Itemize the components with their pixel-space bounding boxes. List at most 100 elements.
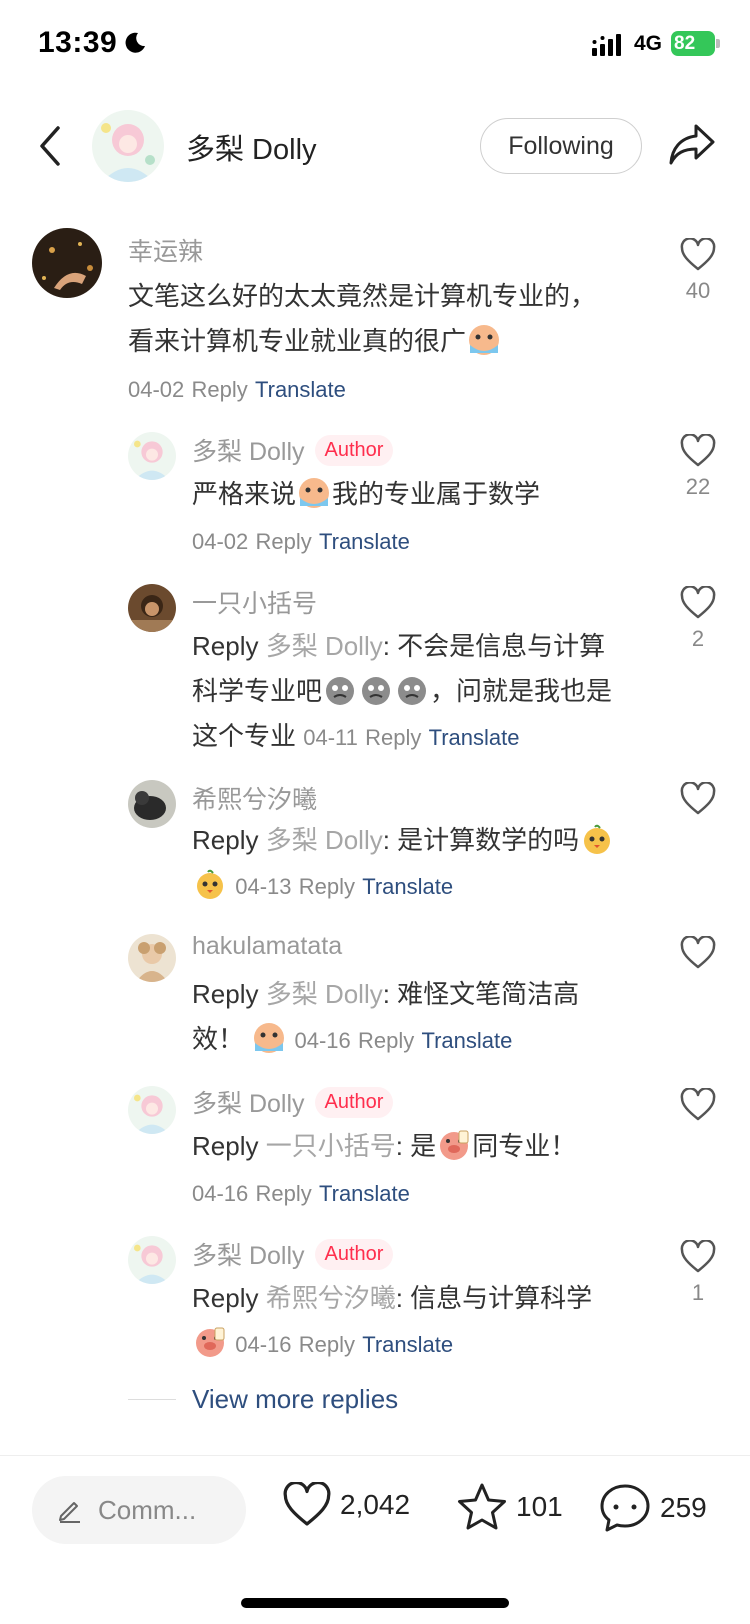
reply-to-user[interactable]: 多梨 Dolly <box>266 631 383 661</box>
chick-emoji-icon <box>197 869 223 899</box>
reply-date: 04-13 <box>235 874 292 899</box>
author-name[interactable]: 多梨 Dolly <box>186 126 317 168</box>
home-indicator[interactable] <box>241 1598 509 1608</box>
crying-emoji-icon <box>254 1023 285 1053</box>
comment-line: 文笔这么好的太太竟然是计算机专业的， <box>128 281 597 311</box>
reply-text: 严格来说 我的专业属于数学 <box>192 472 540 517</box>
reply-button[interactable]: Reply <box>256 529 312 554</box>
reply-button[interactable]: Reply <box>299 874 355 899</box>
reply-date: 04-16 <box>294 1028 351 1053</box>
reply-date: 04-16 <box>235 1332 292 1357</box>
translate-button[interactable]: Translate <box>421 1028 512 1053</box>
heart-icon <box>680 1240 716 1273</box>
commenter-avatar[interactable] <box>32 228 102 298</box>
reply-prefix: Reply <box>192 825 259 855</box>
translate-button[interactable]: Translate <box>362 874 453 899</box>
translate-button[interactable]: Translate <box>255 377 346 402</box>
reply-author-name: 多梨 Dolly Author <box>192 1084 394 1120</box>
reply-text: Reply 多梨 Dolly: 不会是信息与计算 科学专业吧 ，问就是我也是 这个… <box>192 624 642 760</box>
reply-text-part: 严格来说 <box>192 479 297 509</box>
comment-input[interactable]: Comm... <box>32 1476 246 1544</box>
reply-text-part: 同专业！ <box>472 1131 577 1161</box>
reply-author-label[interactable]: 多梨 Dolly <box>192 1084 305 1120</box>
crying-emoji-icon <box>299 478 330 508</box>
reply-to-user[interactable]: 一只小括号 <box>266 1131 396 1161</box>
like-post-button[interactable]: 2,042 <box>282 1482 410 1528</box>
reply-to-user[interactable]: 多梨 Dolly <box>266 979 383 1009</box>
author-badge: Author <box>314 1086 394 1118</box>
translate-button[interactable]: Translate <box>319 529 410 554</box>
comments-button[interactable]: 259 <box>598 1482 707 1534</box>
bottom-bar: Comm... 2,042 101 259 <box>0 1455 750 1624</box>
heart-icon <box>680 434 716 467</box>
pig-emoji-icon <box>196 1327 225 1357</box>
pig-emoji-icon <box>440 1130 469 1160</box>
reply-text: Reply 希熙兮汐曦: 信息与计算科学 04-16 Reply Transla… <box>192 1276 642 1367</box>
reply-avatar[interactable] <box>128 584 176 632</box>
collect-button[interactable]: 101 <box>456 1482 563 1532</box>
reply-avatar[interactable] <box>128 432 176 480</box>
reply-button[interactable]: Reply <box>358 1028 414 1053</box>
reply-avatar[interactable] <box>128 780 176 828</box>
battery-level: 82 <box>671 31 715 56</box>
following-button[interactable]: Following <box>480 118 642 174</box>
reply-author-name[interactable]: 一只小括号 <box>192 584 317 620</box>
reply-date: 04-16 <box>192 1181 249 1206</box>
reply-prefix: Reply <box>192 979 259 1009</box>
like-button[interactable] <box>678 936 718 970</box>
like-button[interactable]: 22 <box>678 434 718 500</box>
translate-button[interactable]: Translate <box>319 1181 410 1206</box>
reply-author-name[interactable]: 希熙兮汐曦 <box>192 780 317 816</box>
share-button[interactable] <box>668 122 718 170</box>
like-button[interactable]: 2 <box>678 586 718 652</box>
like-button[interactable]: 1 <box>678 1240 718 1306</box>
pen-icon <box>59 1502 80 1523</box>
view-more-label: View more replies <box>192 1384 399 1414</box>
reply-text: Reply 一只小括号: 是 同专业！ <box>192 1124 576 1169</box>
reply-text-part: 这个专业 <box>192 721 297 751</box>
heart-icon <box>680 936 716 969</box>
reply-to-user[interactable]: 希熙兮汐曦 <box>266 1283 396 1313</box>
reply-date: 04-02 <box>192 529 249 554</box>
reply-text: Reply 多梨 Dolly: 是计算数学的吗 04-13 Reply Tran… <box>192 818 652 909</box>
reply-button[interactable]: Reply <box>299 1332 355 1357</box>
like-button[interactable]: 40 <box>678 238 718 304</box>
reply-button[interactable]: Reply <box>192 377 248 402</box>
translate-button[interactable]: Translate <box>429 725 520 750</box>
reply-avatar[interactable] <box>128 1086 176 1134</box>
translate-button[interactable]: Translate <box>362 1332 453 1357</box>
heart-icon <box>283 1482 331 1526</box>
chick-emoji-icon <box>584 824 611 854</box>
heart-icon <box>680 238 716 271</box>
status-bar: 13:39 4G 82 <box>0 0 750 90</box>
reply-to-user[interactable]: 多梨 Dolly <box>266 825 383 855</box>
author-avatar[interactable] <box>92 110 164 182</box>
network-type: 4G <box>634 32 663 55</box>
reply-button[interactable]: Reply <box>365 725 421 750</box>
reply-text-part: : 不会是信息与计算 <box>382 631 606 661</box>
back-button[interactable] <box>30 120 70 172</box>
comment-date: 04-02 <box>128 377 185 402</box>
post-star-count: 101 <box>516 1491 563 1522</box>
reply-author-name: 多梨 Dolly Author <box>192 1236 394 1272</box>
profile-header: 多梨 Dolly Following <box>0 100 750 196</box>
reply-author-name[interactable]: hakulamatata <box>192 932 342 961</box>
like-button[interactable] <box>678 782 718 816</box>
crying-emoji-icon <box>469 325 500 355</box>
grey-cry-emoji-icon <box>326 677 355 705</box>
reply-text-part: 科学专业吧 <box>192 676 323 706</box>
post-like-count: 2,042 <box>340 1489 411 1520</box>
grey-cry-emoji-icon <box>398 677 427 705</box>
reply-text-part: 我的专业属于数学 <box>332 479 541 509</box>
comment-author-name[interactable]: 幸运辣 <box>128 232 203 268</box>
view-more-replies[interactable]: View more replies <box>128 1384 398 1415</box>
post-comment-count: 259 <box>660 1492 707 1523</box>
reply-author-label[interactable]: 多梨 Dolly <box>192 432 305 468</box>
like-button[interactable] <box>678 1088 718 1122</box>
reply-meta: 04-16 Reply Translate <box>192 1170 410 1216</box>
reply-button[interactable]: Reply <box>256 1181 312 1206</box>
reply-author-label[interactable]: 多梨 Dolly <box>192 1236 305 1272</box>
like-count: 40 <box>685 278 711 303</box>
reply-avatar[interactable] <box>128 934 176 982</box>
reply-avatar[interactable] <box>128 1236 176 1284</box>
